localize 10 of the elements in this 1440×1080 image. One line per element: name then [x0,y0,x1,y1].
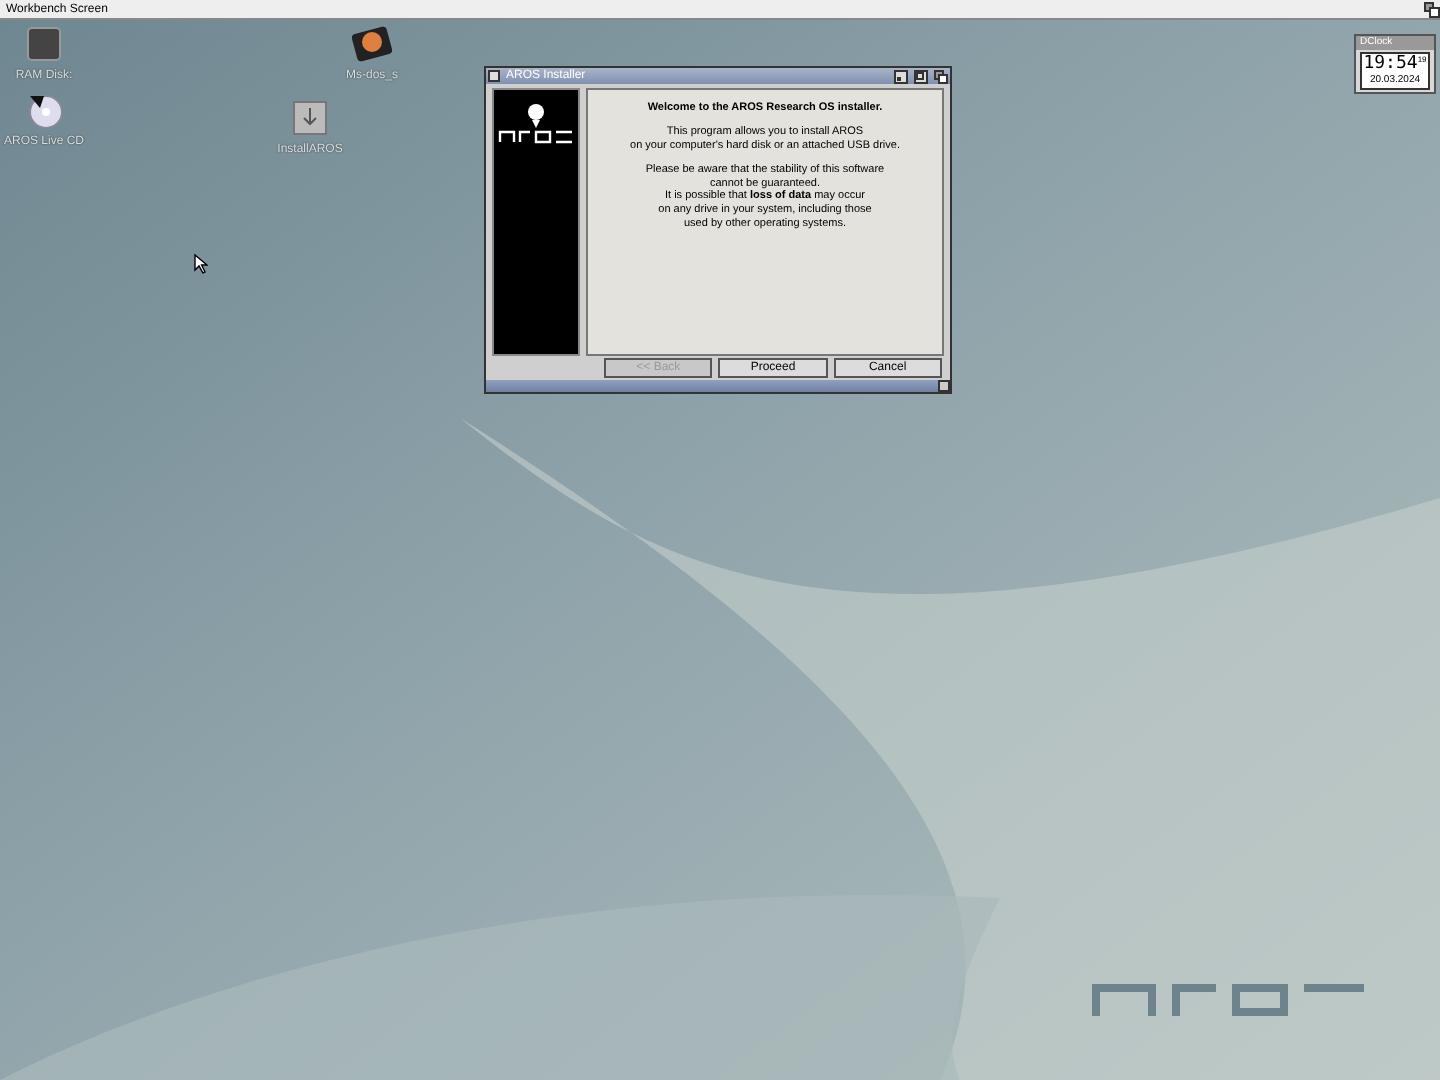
close-icon[interactable] [488,70,500,82]
depth-icon[interactable] [934,69,948,83]
clock-time: 19:54 [1363,54,1418,74]
mouse-pointer-icon [194,254,208,274]
package-icon [292,100,328,136]
resize-icon[interactable] [938,380,950,392]
depth-icon[interactable] [1424,1,1440,17]
iconify-icon[interactable] [894,69,908,83]
aros-logo-drawing [496,102,576,146]
zoom-icon[interactable] [914,69,928,83]
